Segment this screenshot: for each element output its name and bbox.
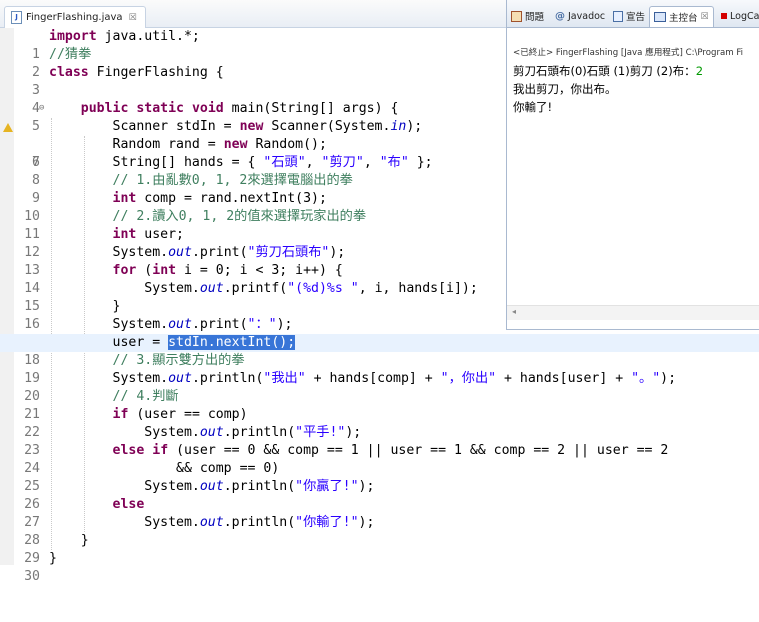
console-user-input: 2 bbox=[695, 64, 704, 78]
java-file-icon: J bbox=[11, 11, 22, 24]
editor-tab-fingerflashing[interactable]: J FingerFlashing.java ☒ bbox=[4, 6, 146, 28]
scroll-left-icon[interactable]: ◂ bbox=[512, 307, 516, 316]
code-line-18-current[interactable]: 18 user = stdIn.nextInt(); bbox=[0, 334, 759, 368]
warning-icon[interactable] bbox=[3, 123, 13, 132]
code-line-20[interactable]: 20 System.out.println("我出" + hands[comp]… bbox=[0, 370, 759, 404]
editor-tab-bar: J FingerFlashing.java ☒ bbox=[0, 0, 506, 28]
console-output-line: 剪刀石頭布(0)石頭 (1)剪刀 (2)布：2 bbox=[513, 64, 704, 78]
code-line-30[interactable]: 30 } bbox=[0, 550, 759, 584]
code-line-19[interactable]: 19 // 3.顯示雙方出的拳 bbox=[0, 352, 759, 386]
code-line-24[interactable]: 24 else if (user == 0 && comp == 1 || us… bbox=[0, 442, 759, 476]
code-line-29[interactable]: 29 } bbox=[0, 532, 759, 566]
code-line-23[interactable]: 23 System.out.println("平手!"); bbox=[0, 424, 759, 458]
problems-icon bbox=[511, 10, 522, 22]
code-line-26[interactable]: 26 System.out.println("你贏了!"); bbox=[0, 478, 759, 512]
declaration-icon bbox=[613, 10, 623, 22]
horizontal-scrollbar[interactable]: ◂ bbox=[507, 305, 759, 320]
console-process-header: <已終止> FingerFlashing [Java 應用程式] C:\Prog… bbox=[513, 48, 744, 58]
code-line-21[interactable]: 21 // 4.判斷 bbox=[0, 388, 759, 422]
close-icon[interactable]: ☒ bbox=[129, 13, 137, 23]
line-number: 30 bbox=[24, 569, 40, 584]
console-view: 問題 @ Javadoc 宣告 主控台 ☒ LogCa <已終止> Finger… bbox=[506, 0, 759, 330]
tab-javadoc[interactable]: @ Javadoc bbox=[555, 6, 605, 26]
console-icon bbox=[654, 12, 666, 22]
tab-logcat[interactable]: LogCa bbox=[721, 6, 759, 26]
console-tab-bar: 問題 @ Javadoc 宣告 主控台 ☒ LogCa bbox=[507, 0, 759, 28]
fold-collapse-icon[interactable]: ⊖ bbox=[39, 99, 44, 117]
javadoc-icon: @ bbox=[555, 10, 565, 22]
code-line-28[interactable]: 28 System.out.println("你輸了!"); bbox=[0, 514, 759, 548]
console-output-line: 你輸了! bbox=[513, 100, 553, 114]
code-line-27[interactable]: 27 else bbox=[0, 496, 759, 530]
code-line-25[interactable]: 25 && comp == 0) bbox=[0, 460, 759, 494]
console-output-line: 我出剪刀，你出布。 bbox=[513, 82, 617, 96]
editor-tab-label: FingerFlashing.java bbox=[26, 12, 123, 23]
close-icon[interactable]: ☒ bbox=[701, 12, 709, 22]
selected-text[interactable]: stdIn.nextInt(); bbox=[168, 335, 296, 350]
tab-console[interactable]: 主控台 ☒ bbox=[649, 6, 714, 27]
tab-problems[interactable]: 問題 bbox=[511, 6, 544, 26]
logcat-icon bbox=[721, 13, 727, 19]
tab-declaration[interactable]: 宣告 bbox=[613, 6, 645, 26]
code-line-22[interactable]: 22 if (user == comp) bbox=[0, 406, 759, 440]
